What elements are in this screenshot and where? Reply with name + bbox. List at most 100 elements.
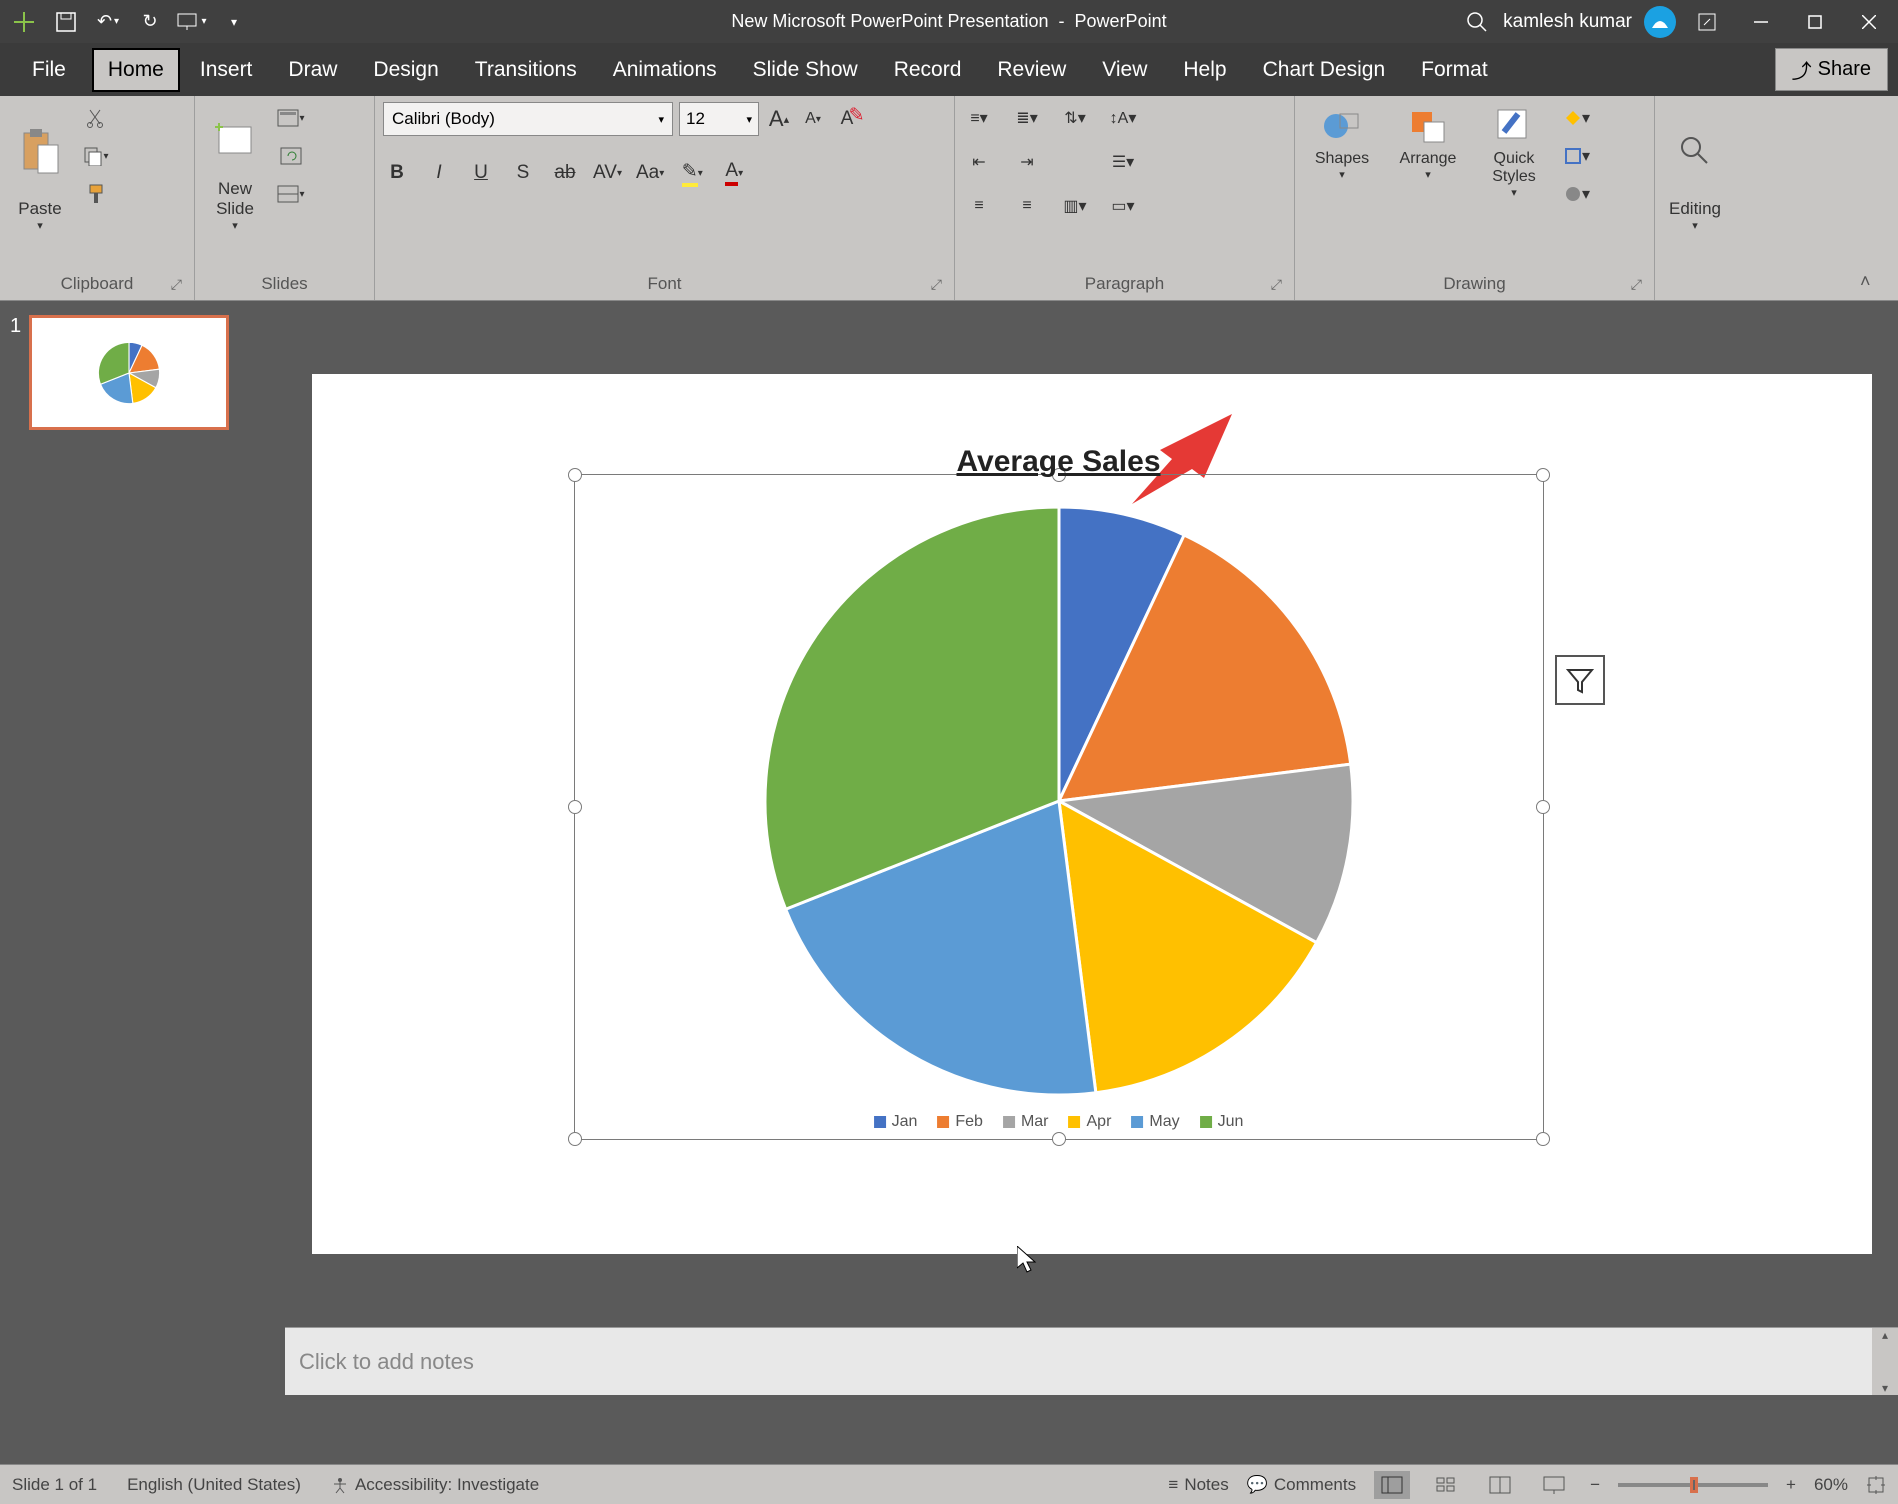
- chart-filter-button[interactable]: [1555, 655, 1605, 705]
- zoom-slider[interactable]: [1618, 1483, 1768, 1487]
- highlight-button[interactable]: ✎▾: [678, 158, 706, 188]
- tab-transitions[interactable]: Transitions: [459, 48, 593, 92]
- search-icon[interactable]: [1459, 4, 1495, 40]
- accessibility-status[interactable]: Accessibility: Investigate: [331, 1475, 539, 1495]
- tab-draw[interactable]: Draw: [272, 48, 353, 92]
- tab-help[interactable]: Help: [1167, 48, 1242, 92]
- zoom-out-button[interactable]: −: [1590, 1475, 1600, 1495]
- redo-button[interactable]: ↻: [132, 4, 168, 40]
- shape-effects-button[interactable]: ▾: [1561, 178, 1593, 210]
- align-text-button[interactable]: ☰▾: [1107, 146, 1139, 178]
- increase-indent-button[interactable]: ⇥: [1011, 146, 1043, 178]
- user-avatar[interactable]: [1644, 6, 1676, 38]
- tab-animations[interactable]: Animations: [597, 48, 733, 92]
- resize-handle[interactable]: [568, 468, 582, 482]
- decrease-font-button[interactable]: A▾: [799, 104, 827, 134]
- resize-handle[interactable]: [568, 800, 582, 814]
- reset-button[interactable]: [275, 140, 307, 172]
- strikethrough-button[interactable]: ab: [551, 158, 579, 188]
- shape-outline-button[interactable]: ▾: [1561, 140, 1593, 172]
- start-from-beginning-button[interactable]: ▾: [174, 4, 210, 40]
- language-status[interactable]: English (United States): [127, 1475, 301, 1495]
- shape-fill-button[interactable]: ▾: [1561, 102, 1593, 134]
- resize-handle[interactable]: [1536, 468, 1550, 482]
- shadow-button[interactable]: S: [509, 158, 537, 188]
- autosave-toggle[interactable]: [6, 4, 42, 40]
- font-color-button[interactable]: A▾: [720, 158, 748, 188]
- bullets-button[interactable]: ≡▾: [963, 102, 995, 134]
- close-button[interactable]: [1846, 4, 1892, 40]
- italic-button[interactable]: I: [425, 158, 453, 188]
- increase-font-button[interactable]: A▴: [765, 104, 793, 134]
- columns-button[interactable]: ▥▾: [1059, 190, 1091, 222]
- zoom-level[interactable]: 60%: [1814, 1475, 1848, 1495]
- font-size-combo[interactable]: 12▾: [679, 102, 759, 136]
- copy-button[interactable]: ▾: [80, 140, 112, 172]
- quick-styles-button[interactable]: Quick Styles▾: [1475, 102, 1553, 199]
- layout-button[interactable]: ▾: [275, 102, 307, 134]
- qat-customize-button[interactable]: ▾: [216, 4, 252, 40]
- tab-home[interactable]: Home: [92, 48, 180, 92]
- resize-handle[interactable]: [1536, 1132, 1550, 1146]
- smartart-button[interactable]: ▭▾: [1107, 190, 1139, 222]
- font-name-combo[interactable]: Calibri (Body)▾: [383, 102, 673, 136]
- underline-button[interactable]: U: [467, 158, 495, 188]
- editing-button[interactable]: Editing▾: [1663, 102, 1727, 232]
- share-button[interactable]: ⤴ Share: [1775, 48, 1888, 91]
- tab-insert[interactable]: Insert: [184, 48, 269, 92]
- line-spacing-button[interactable]: ⇅▾: [1059, 102, 1091, 134]
- numbering-button[interactable]: ≣▾: [1011, 102, 1043, 134]
- clipboard-launcher[interactable]: ⤢: [171, 276, 182, 293]
- fit-to-window-button[interactable]: [1866, 1475, 1886, 1495]
- slide-counter[interactable]: Slide 1 of 1: [12, 1475, 97, 1495]
- resize-handle[interactable]: [1536, 800, 1550, 814]
- tab-review[interactable]: Review: [981, 48, 1082, 92]
- slide-canvas[interactable]: Average Sales JanFebMarAprMayJun: [285, 301, 1898, 1327]
- save-icon[interactable]: [48, 4, 84, 40]
- zoom-in-button[interactable]: +: [1786, 1475, 1796, 1495]
- collapse-ribbon-button[interactable]: ˄: [1860, 271, 1890, 292]
- arrange-button[interactable]: Arrange▾: [1389, 102, 1467, 181]
- chart-title[interactable]: Average Sales: [956, 445, 1160, 479]
- slideshow-view-button[interactable]: [1536, 1471, 1572, 1499]
- decrease-indent-button[interactable]: ⇤: [963, 146, 995, 178]
- user-name[interactable]: kamlesh kumar: [1503, 11, 1632, 33]
- tab-view[interactable]: View: [1086, 48, 1163, 92]
- resize-handle[interactable]: [1052, 1132, 1066, 1146]
- format-painter-button[interactable]: [80, 178, 112, 210]
- chart-object[interactable]: Average Sales JanFebMarAprMayJun: [574, 474, 1544, 1140]
- notes-pane[interactable]: Click to add notes ▴▾: [285, 1327, 1898, 1395]
- slide-thumbnail-1[interactable]: 1: [10, 315, 275, 430]
- minimize-button[interactable]: [1738, 4, 1784, 40]
- align-left-button[interactable]: ≡: [963, 190, 995, 222]
- tab-design[interactable]: Design: [357, 48, 454, 92]
- text-direction-button[interactable]: ↕A▾: [1107, 102, 1139, 134]
- tab-slideshow[interactable]: Slide Show: [737, 48, 874, 92]
- font-launcher[interactable]: ⤢: [931, 276, 942, 293]
- notes-toggle[interactable]: ≡Notes: [1168, 1475, 1228, 1495]
- section-button[interactable]: ▾: [275, 178, 307, 210]
- sorter-view-button[interactable]: [1428, 1471, 1464, 1499]
- resize-handle[interactable]: [568, 1132, 582, 1146]
- tab-record[interactable]: Record: [878, 48, 978, 92]
- shapes-button[interactable]: Shapes▾: [1303, 102, 1381, 181]
- tab-file[interactable]: File: [10, 48, 88, 92]
- change-case-button[interactable]: Aa▾: [636, 158, 664, 188]
- new-slide-button[interactable]: New Slide▾: [203, 102, 267, 232]
- undo-button[interactable]: ↶ ▾: [90, 4, 126, 40]
- paragraph-launcher[interactable]: ⤢: [1271, 276, 1282, 293]
- notes-scrollbar[interactable]: ▴▾: [1872, 1328, 1898, 1395]
- tab-chart-design[interactable]: Chart Design: [1247, 48, 1402, 92]
- ribbon-display-button[interactable]: [1684, 4, 1730, 40]
- align-center-button[interactable]: ≡: [1011, 190, 1043, 222]
- maximize-button[interactable]: [1792, 4, 1838, 40]
- comments-toggle[interactable]: 💬Comments: [1247, 1475, 1356, 1495]
- normal-view-button[interactable]: [1374, 1471, 1410, 1499]
- bold-button[interactable]: B: [383, 158, 411, 188]
- tab-format[interactable]: Format: [1405, 48, 1504, 92]
- cut-button[interactable]: [80, 102, 112, 134]
- clear-formatting-button[interactable]: A✎: [833, 104, 861, 134]
- drawing-launcher[interactable]: ⤢: [1631, 276, 1642, 293]
- reading-view-button[interactable]: [1482, 1471, 1518, 1499]
- paste-button[interactable]: Paste▾: [8, 102, 72, 232]
